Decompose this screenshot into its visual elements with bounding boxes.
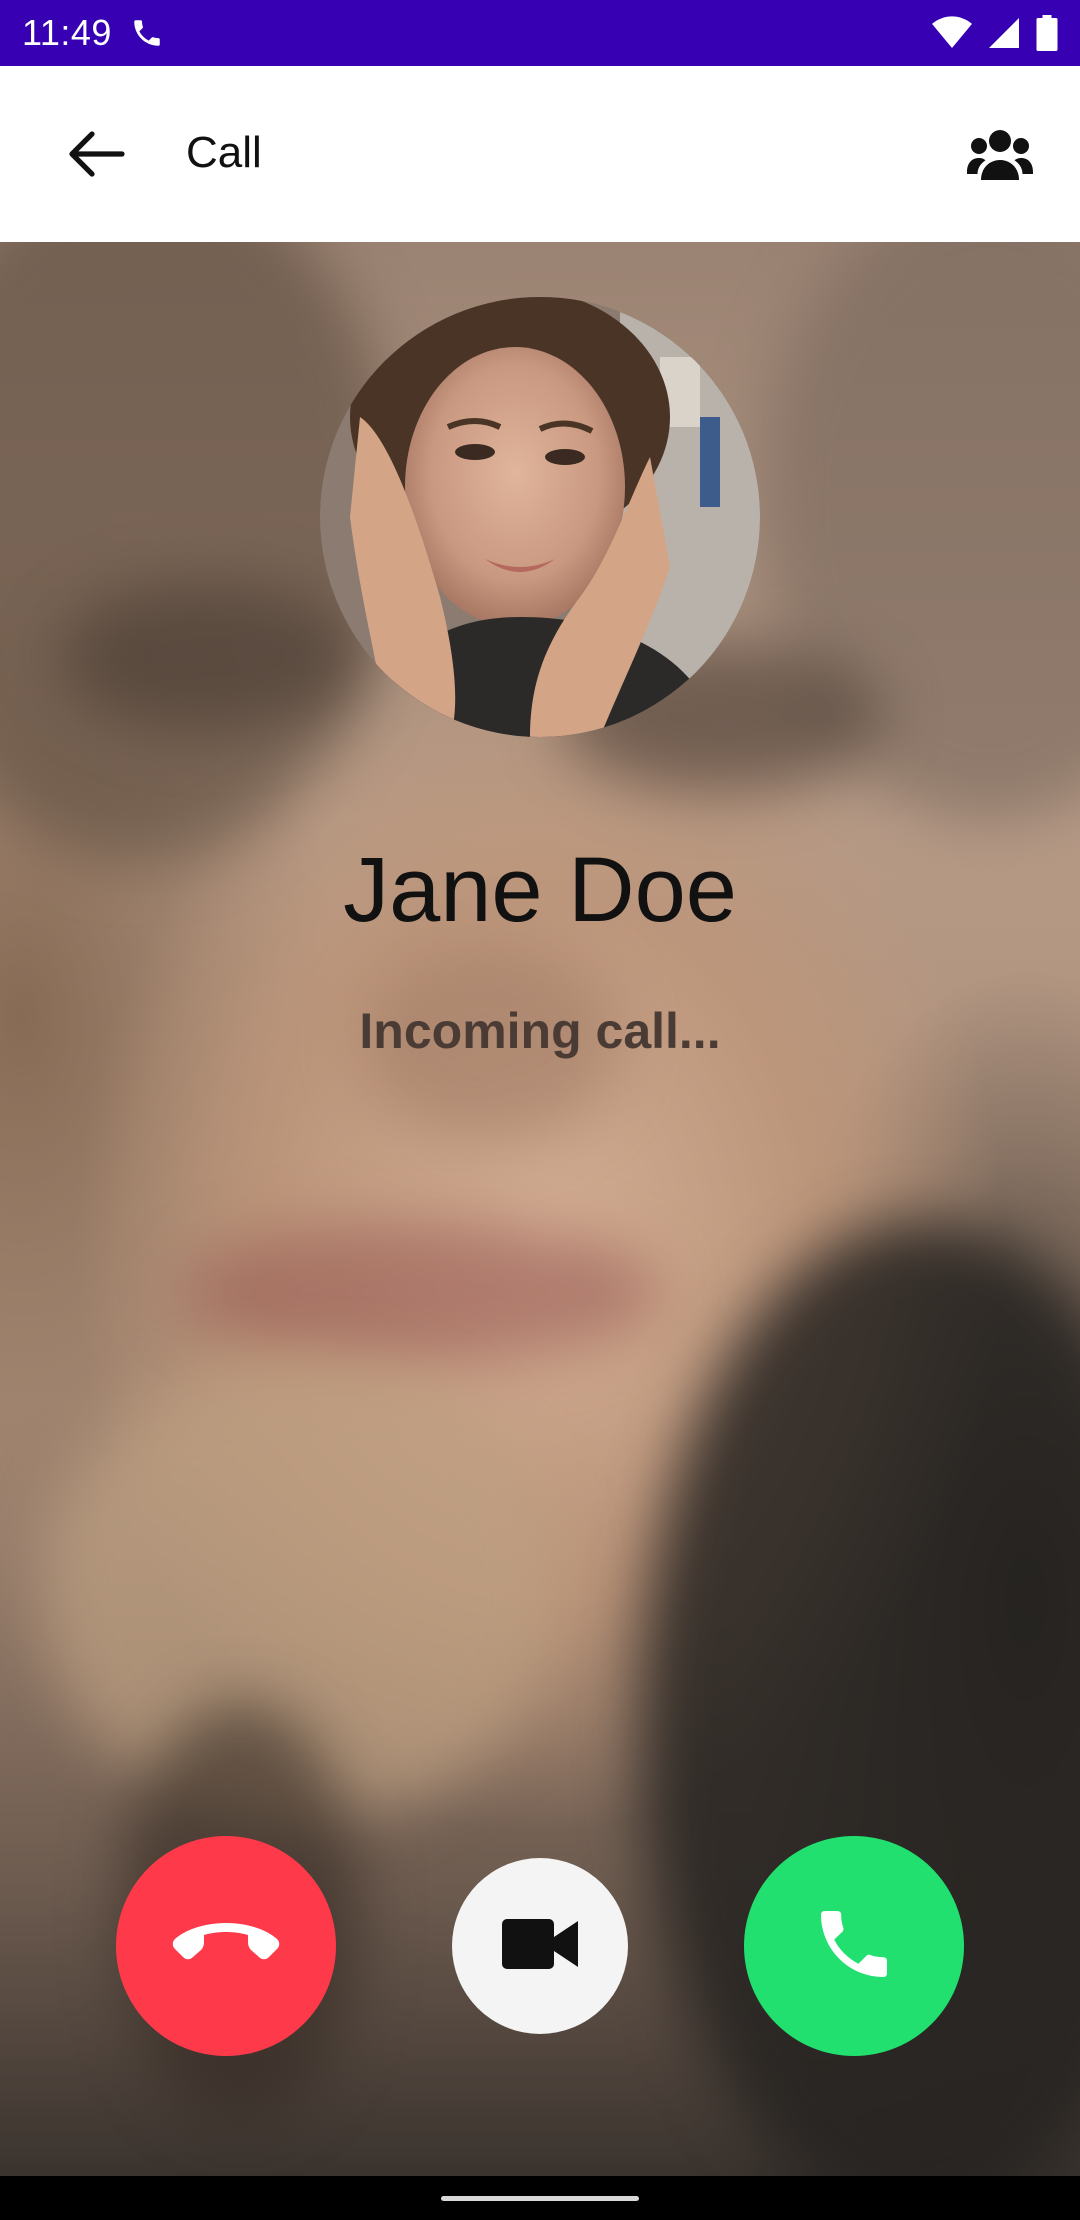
video-camera-icon: [502, 1918, 578, 1974]
status-bar: 11:49: [0, 0, 1080, 66]
status-time: 11:49: [22, 12, 112, 53]
phone-icon: [130, 16, 164, 50]
group-icon: [967, 126, 1033, 187]
accept-call-button[interactable]: [744, 1836, 964, 2056]
arrow-left-icon: [66, 130, 126, 183]
video-call-button[interactable]: [452, 1858, 628, 2034]
page-title: Call: [186, 128, 262, 177]
back-button[interactable]: [64, 124, 128, 188]
caller-avatar: [320, 297, 760, 737]
contacts-button[interactable]: [964, 120, 1036, 192]
status-left: 11:49: [22, 12, 164, 54]
call-status: Incoming call...: [359, 1003, 721, 1059]
wifi-icon: [932, 15, 972, 51]
caller-name: Jane Doe: [343, 839, 737, 941]
phone-icon: [810, 1900, 898, 1993]
home-gesture-handle[interactable]: [441, 2196, 639, 2201]
status-right: [932, 15, 1058, 51]
app-bar: Call: [0, 66, 1080, 242]
call-end-icon: [171, 1919, 281, 1974]
signal-icon: [986, 15, 1022, 51]
battery-icon: [1036, 15, 1058, 51]
decline-call-button[interactable]: [116, 1836, 336, 2056]
